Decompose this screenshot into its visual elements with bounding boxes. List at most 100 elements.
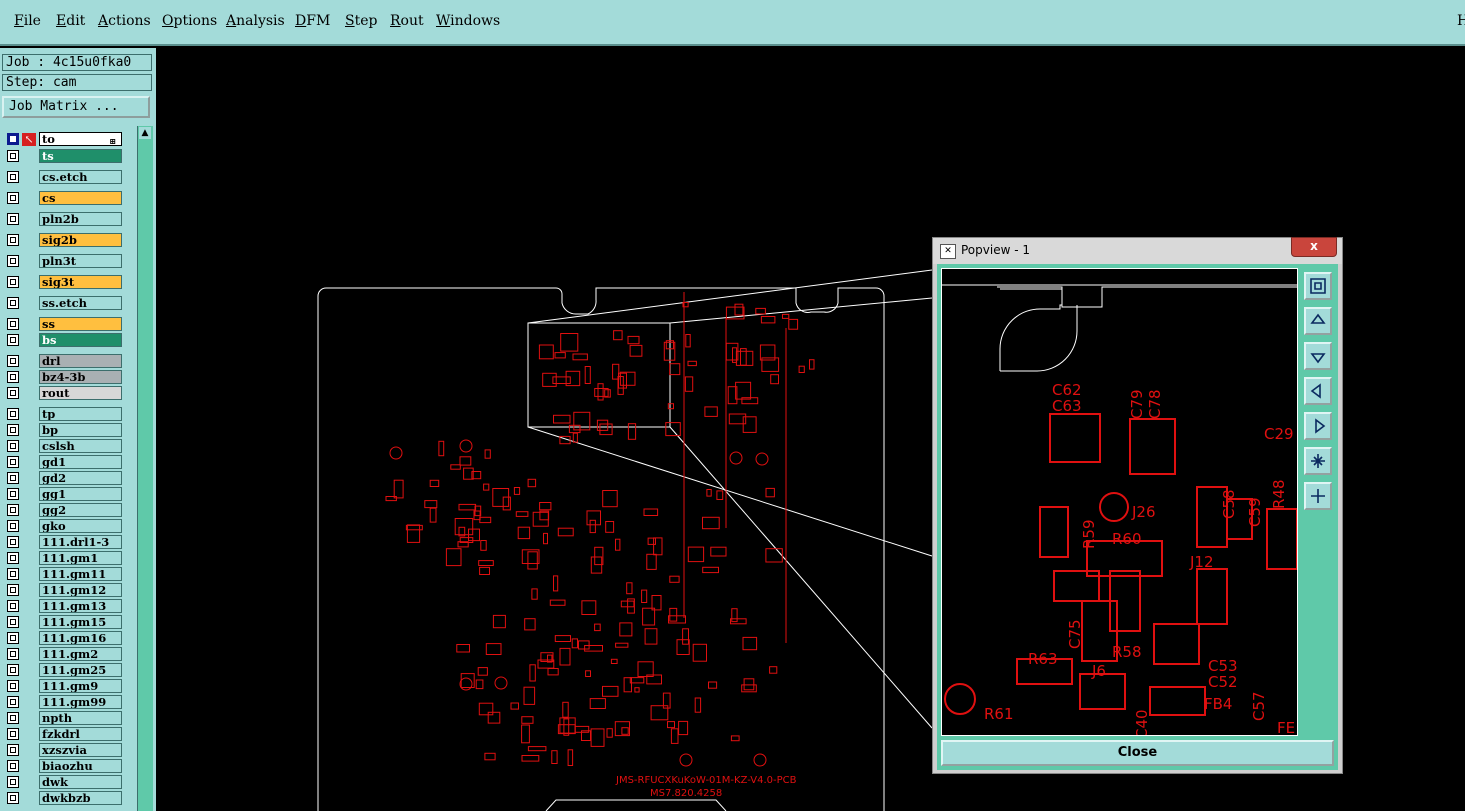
layer-name[interactable]: 111.drl1-3 — [39, 535, 122, 549]
layer-row[interactable]: npth — [4, 711, 126, 726]
select-all-icon[interactable] — [7, 133, 19, 145]
layer-checkbox[interactable] — [7, 552, 19, 564]
layer-row[interactable]: fzkdrl — [4, 727, 126, 742]
layer-row[interactable]: 111.gm1 — [4, 551, 126, 566]
pan-left-button[interactable] — [1304, 377, 1332, 405]
layer-row[interactable]: 111.gm2 — [4, 647, 126, 662]
layer-row[interactable]: ss.etch — [4, 296, 126, 311]
layer-row[interactable]: tp — [4, 407, 126, 422]
layer-checkbox[interactable] — [7, 616, 19, 628]
layer-name[interactable]: cs.etch — [39, 170, 122, 184]
layer-checkbox[interactable] — [7, 440, 19, 452]
layer-checkbox[interactable] — [7, 318, 19, 330]
layer-row[interactable]: gg2 — [4, 503, 126, 518]
layer-name[interactable]: 111.gm16 — [39, 631, 122, 645]
layer-row[interactable]: ts — [4, 149, 126, 164]
layer-name[interactable]: sig3t — [39, 275, 122, 289]
layer-checkbox[interactable] — [7, 234, 19, 246]
layer-row[interactable]: 111.gm99 — [4, 695, 126, 710]
layer-row[interactable]: 111.gm13 — [4, 599, 126, 614]
layer-checkbox[interactable] — [7, 504, 19, 516]
close-window-button[interactable]: x — [1291, 237, 1337, 257]
layer-name[interactable]: rout — [39, 386, 122, 400]
layer-checkbox[interactable] — [7, 276, 19, 288]
layer-checkbox[interactable] — [7, 150, 19, 162]
layer-row[interactable]: pln3t — [4, 254, 126, 269]
layer-name[interactable]: ss.etch — [39, 296, 122, 310]
layer-name[interactable]: npth — [39, 711, 122, 725]
layer-row[interactable]: dwkbzb — [4, 791, 126, 806]
layer-row[interactable]: cs — [4, 191, 126, 206]
pan-down-button[interactable] — [1304, 342, 1332, 370]
layer-name[interactable]: pln2b — [39, 212, 122, 226]
layer-row[interactable]: bs — [4, 333, 126, 348]
layer-row[interactable]: rout — [4, 386, 126, 401]
menu-file[interactable]: File — [14, 13, 41, 29]
layer-name[interactable]: dwk — [39, 775, 122, 789]
layer-name[interactable]: 111.gm11 — [39, 567, 122, 581]
layer-name[interactable]: tp — [39, 407, 122, 421]
scroll-up-icon[interactable]: ▲ — [139, 127, 151, 139]
popview-canvas[interactable]: C62 C63 C79 C78 C29 C58 R48 C59 R59 R60 J26 J12 C75 R… — [941, 268, 1298, 739]
layer-checkbox[interactable] — [7, 712, 19, 724]
pan-up-button[interactable] — [1304, 307, 1332, 335]
menu-windows[interactable]: Windows — [436, 13, 500, 29]
layer-checkbox[interactable] — [7, 696, 19, 708]
layer-checkbox[interactable] — [7, 424, 19, 436]
layer-checkbox[interactable] — [7, 760, 19, 772]
layer-name[interactable]: gko — [39, 519, 122, 533]
layer-checkbox[interactable] — [7, 584, 19, 596]
layer-checkbox[interactable] — [7, 792, 19, 804]
menu-analysis[interactable]: Analysis — [226, 13, 285, 29]
layer-checkbox[interactable] — [7, 472, 19, 484]
layer-checkbox[interactable] — [7, 488, 19, 500]
layer-row[interactable]: biaozhu — [4, 759, 126, 774]
layer-name[interactable]: bz4-3b — [39, 370, 122, 384]
layer-name[interactable]: drl — [39, 354, 122, 368]
layer-row[interactable]: cs.etch — [4, 170, 126, 185]
pan-right-button[interactable] — [1304, 412, 1332, 440]
layer-name[interactable]: bs — [39, 333, 122, 347]
layer-row[interactable]: dwk — [4, 775, 126, 790]
layer-row[interactable]: 111.gm16 — [4, 631, 126, 646]
layer-checkbox[interactable] — [7, 600, 19, 612]
menu-options[interactable]: Options — [162, 13, 217, 29]
layer-name[interactable]: ts — [39, 149, 122, 163]
layer-checkbox[interactable] — [7, 632, 19, 644]
layer-name[interactable]: 111.gm1 — [39, 551, 122, 565]
layer-row[interactable]: 111.gm9 — [4, 679, 126, 694]
layer-name[interactable]: biaozhu — [39, 759, 122, 773]
layer-name[interactable]: bp — [39, 423, 122, 437]
layer-name[interactable]: ss — [39, 317, 122, 331]
layer-checkbox[interactable] — [7, 680, 19, 692]
layer-checkbox[interactable] — [7, 371, 19, 383]
menu-edit[interactable]: Edit — [56, 13, 85, 29]
layer-row[interactable]: bz4-3b — [4, 370, 126, 385]
menu-help[interactable]: H — [1457, 13, 1465, 29]
layer-name[interactable]: 111.gm99 — [39, 695, 122, 709]
layer-name[interactable]: gd2 — [39, 471, 122, 485]
layer-name[interactable]: 111.gm12 — [39, 583, 122, 597]
layer-row[interactable]: 111.gm15 — [4, 615, 126, 630]
layer-row[interactable]: gd2 — [4, 471, 126, 486]
layer-name[interactable]: 111.gm15 — [39, 615, 122, 629]
menu-dfm[interactable]: DFM — [295, 13, 330, 29]
layer-row[interactable]: ss — [4, 317, 126, 332]
layer-checkbox[interactable] — [7, 297, 19, 309]
layer-name[interactable]: dwkbzb — [39, 791, 122, 805]
layer-checkbox[interactable] — [7, 408, 19, 420]
layer-checkbox[interactable] — [7, 355, 19, 367]
layer-checkbox[interactable] — [7, 334, 19, 346]
close-button[interactable]: Close — [941, 740, 1334, 766]
zoom-fit-button[interactable] — [1304, 272, 1332, 300]
layer-checkbox[interactable] — [7, 255, 19, 267]
layer-row[interactable]: gko — [4, 519, 126, 534]
layer-name[interactable]: sig2b — [39, 233, 122, 247]
layer-row[interactable]: sig3t — [4, 275, 126, 290]
layer-row[interactable]: cslsh — [4, 439, 126, 454]
layer-row[interactable]: 111.gm11 — [4, 567, 126, 582]
layer-name[interactable]: gg2 — [39, 503, 122, 517]
layer-checkbox[interactable] — [7, 744, 19, 756]
layer-checkbox[interactable] — [7, 728, 19, 740]
layer-name[interactable]: xzszvia — [39, 743, 122, 757]
